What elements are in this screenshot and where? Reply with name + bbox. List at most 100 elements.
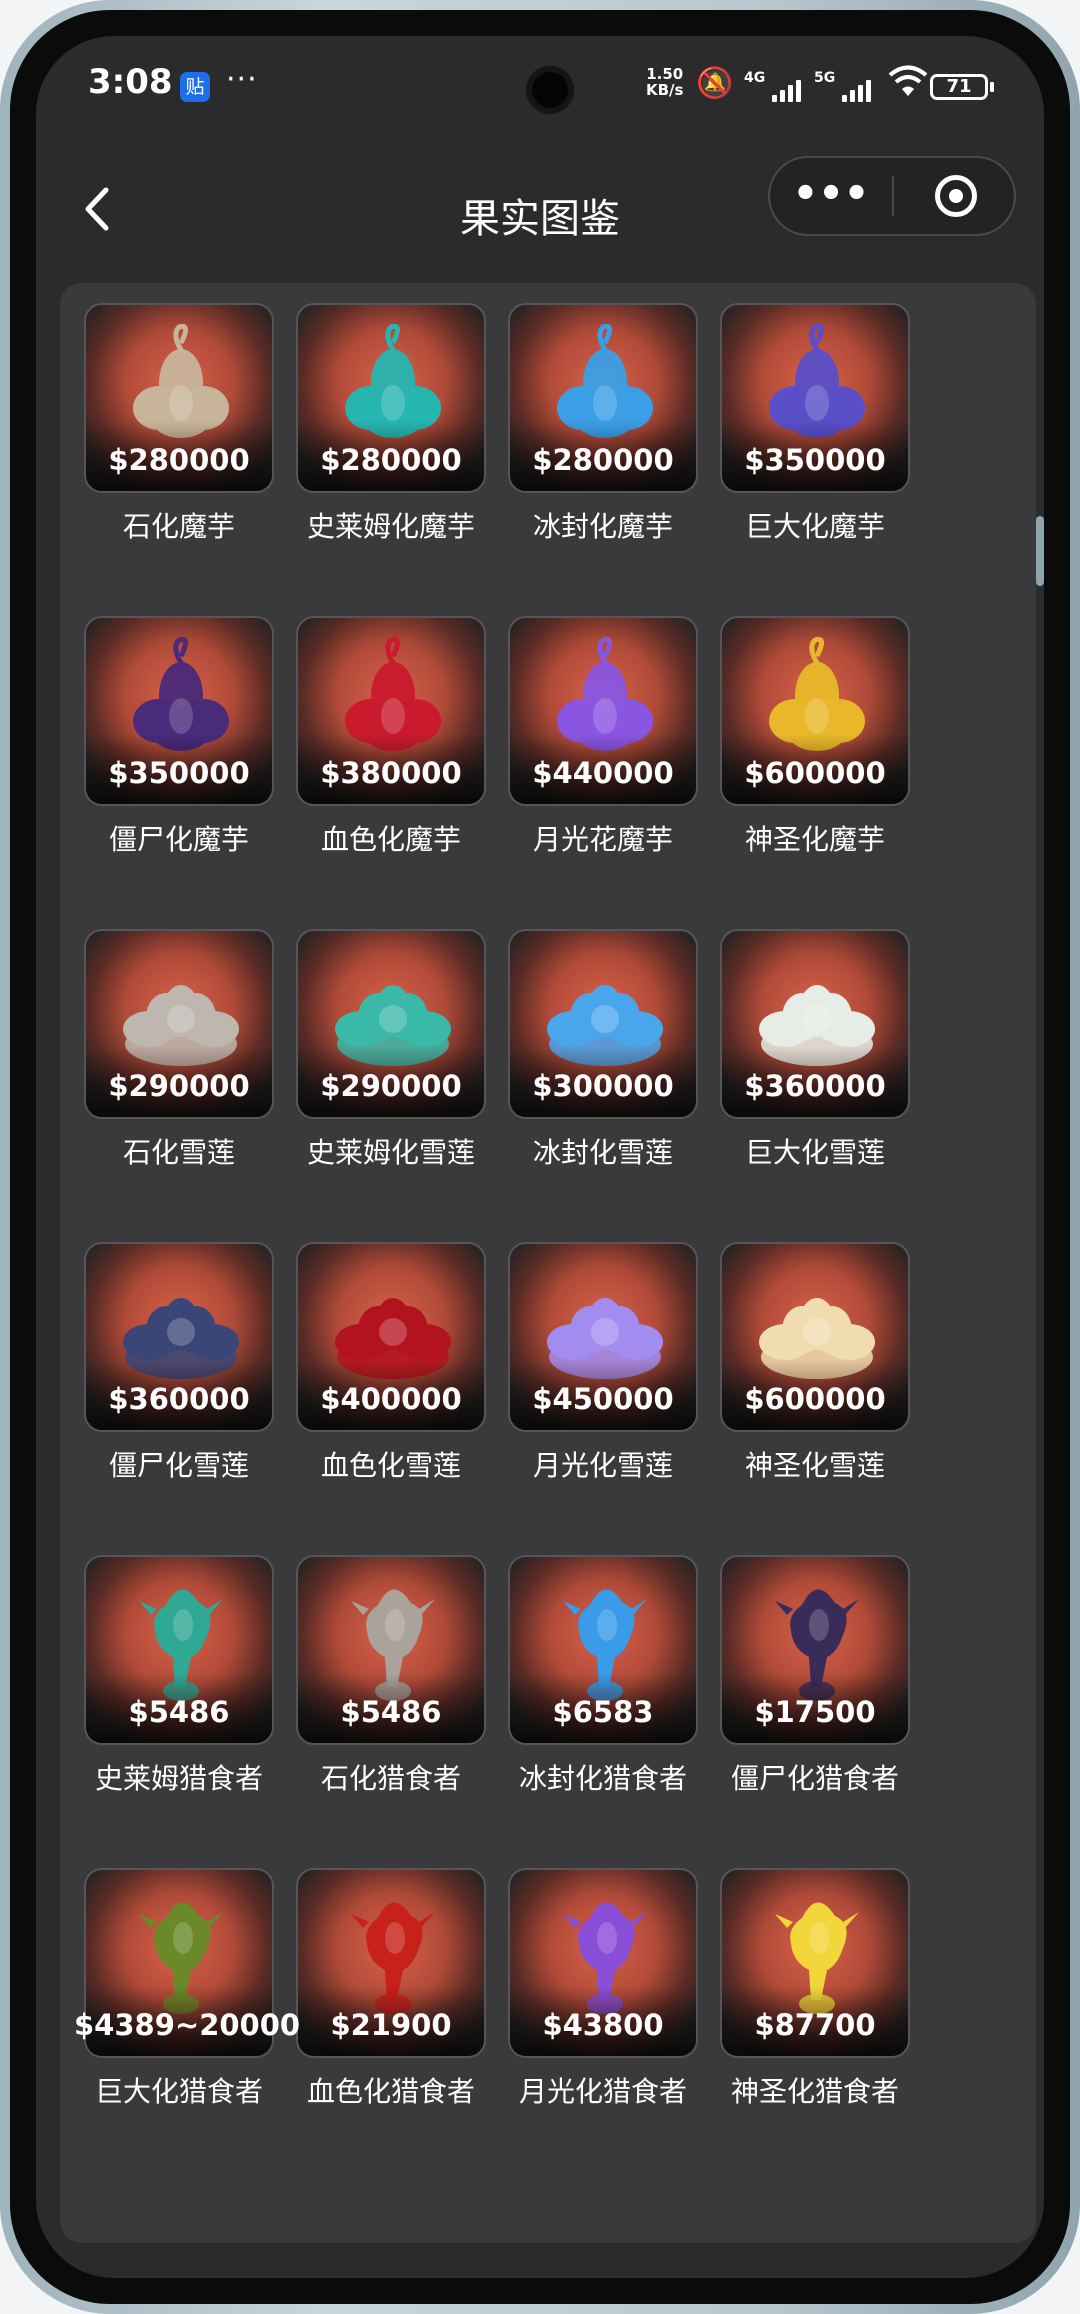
konjac-fruit-icon — [769, 636, 865, 751]
screen: 3:08 贴 ··· 1.50 KB/s 🔕 4G 5G 71 果实图鉴 •••… — [36, 36, 1044, 2278]
fruit-card[interactable]: $5486 石化猎食者 — [296, 1555, 486, 1815]
hunter-fruit-icon — [775, 1589, 859, 1701]
lotus-fruit-icon — [123, 1298, 239, 1379]
fruit-card[interactable]: $400000 血色化雪莲 — [296, 1242, 486, 1502]
fruit-price: $87700 — [754, 2008, 876, 2042]
fruit-name: 史莱姆猎食者 — [94, 1762, 263, 1795]
net-speed-unit: KB/s — [646, 81, 684, 99]
hunter-fruit-icon — [563, 1902, 647, 2014]
fruit-name: 月光化猎食者 — [518, 2075, 687, 2108]
fruit-price: $280000 — [108, 443, 250, 477]
net-speed: 1.50 KB/s — [646, 66, 683, 98]
lotus-fruit-icon — [759, 1298, 875, 1379]
fruit-card[interactable]: $290000 石化雪莲 — [84, 929, 274, 1189]
konjac-fruit-icon — [133, 323, 229, 438]
target-icon-dot — [949, 189, 963, 203]
fruit-card[interactable]: $21900 血色化猎食者 — [296, 1868, 486, 2128]
fruit-name: 巨大化猎食者 — [94, 2075, 263, 2108]
fruit-card[interactable]: $450000 月光化雪莲 — [508, 1242, 698, 1502]
fruit-card[interactable]: $280000 史莱姆化魔芋 — [296, 303, 486, 563]
fruit-card[interactable]: $380000 血色化魔芋 — [296, 616, 486, 876]
fruit-price: $280000 — [532, 443, 674, 477]
lotus-fruit-icon — [335, 1298, 451, 1379]
fruit-price: $300000 — [532, 1069, 674, 1103]
fruit-name: 巨大化雪莲 — [744, 1136, 885, 1169]
phone-bezel: 3:08 贴 ··· 1.50 KB/s 🔕 4G 5G 71 果实图鉴 •••… — [10, 10, 1070, 2304]
fruit-name: 僵尸化雪莲 — [108, 1449, 249, 1482]
fruit-price: $380000 — [320, 756, 462, 790]
fruit-name: 石化魔芋 — [122, 510, 235, 543]
fruit-card[interactable]: $350000 僵尸化魔芋 — [84, 616, 274, 876]
konjac-fruit-icon — [769, 323, 865, 438]
fruit-name: 巨大化魔芋 — [744, 510, 885, 543]
fruit-name: 石化雪莲 — [122, 1136, 235, 1169]
fruit-name: 月光化雪莲 — [532, 1449, 673, 1482]
front-camera — [526, 66, 574, 114]
fruit-card[interactable]: $87700 神圣化猎食者 — [720, 1868, 910, 2128]
fruit-price: $350000 — [744, 443, 886, 477]
lotus-fruit-icon — [547, 985, 663, 1066]
fruit-price: $5486 — [340, 1695, 442, 1729]
hunter-fruit-icon — [775, 1902, 859, 2014]
fruit-name: 神圣化雪莲 — [744, 1449, 885, 1482]
mini-program-capsule: ••• — [768, 156, 1016, 236]
notification-more: ··· — [226, 62, 258, 97]
battery-cap — [990, 82, 994, 92]
fruit-card[interactable]: $280000 石化魔芋 — [84, 303, 274, 563]
signal-label-2: 5G — [814, 70, 836, 86]
fruit-price: $400000 — [320, 1382, 462, 1416]
fruit-name: 石化猎食者 — [320, 1762, 461, 1795]
lotus-fruit-icon — [547, 1298, 663, 1379]
fruit-card[interactable]: $600000 神圣化雪莲 — [720, 1242, 910, 1502]
fruit-price: $360000 — [744, 1069, 886, 1103]
fruit-name: 冰封化猎食者 — [518, 1762, 687, 1795]
app-badge-icon: 贴 — [180, 72, 210, 102]
fruit-name: 冰封化雪莲 — [532, 1136, 673, 1169]
fruit-card[interactable]: $440000 月光花魔芋 — [508, 616, 698, 876]
fruit-name: 月光花魔芋 — [532, 823, 673, 856]
fruit-card[interactable]: $300000 冰封化雪莲 — [508, 929, 698, 1189]
close-mini-program-button[interactable] — [894, 158, 1014, 234]
fruit-price: $4389~20000 — [74, 2008, 301, 2042]
fruit-name: 神圣化魔芋 — [744, 823, 885, 856]
volume-up-button — [1036, 516, 1044, 586]
fruit-card[interactable]: $5486 史莱姆猎食者 — [84, 1555, 274, 1815]
hunter-fruit-icon — [563, 1589, 647, 1701]
fruit-card[interactable]: $290000 史莱姆化雪莲 — [296, 929, 486, 1189]
fruit-card[interactable]: $43800 月光化猎食者 — [508, 1868, 698, 2128]
fruit-card[interactable]: $600000 神圣化魔芋 — [720, 616, 910, 876]
fruit-price: $290000 — [320, 1069, 462, 1103]
fruit-price: $600000 — [744, 756, 886, 790]
konjac-fruit-icon — [133, 636, 229, 751]
more-button[interactable]: ••• — [770, 158, 892, 234]
net-speed-value: 1.50 — [646, 65, 684, 83]
fruit-name: 血色化雪莲 — [320, 1449, 461, 1482]
konjac-fruit-icon — [557, 323, 653, 438]
fruit-card[interactable]: $360000 巨大化雪莲 — [720, 929, 910, 1189]
lotus-fruit-icon — [123, 985, 239, 1066]
fruit-card[interactable]: $360000 僵尸化雪莲 — [84, 1242, 274, 1502]
mute-bell-icon: 🔕 — [696, 66, 734, 101]
fruit-price: $290000 — [108, 1069, 250, 1103]
fruit-price: $5486 — [128, 1695, 230, 1729]
fruit-price: $21900 — [330, 2008, 452, 2042]
fruit-price: $17500 — [754, 1695, 876, 1729]
konjac-fruit-icon — [557, 636, 653, 751]
battery-icon: 71 — [930, 74, 988, 100]
fruit-card[interactable]: $4389~20000 巨大化猎食者 — [74, 1868, 300, 2128]
fruit-name: 史莱姆化魔芋 — [306, 510, 475, 543]
fruit-name: 冰封化魔芋 — [532, 510, 673, 543]
fruit-card[interactable]: $280000 冰封化魔芋 — [508, 303, 698, 563]
hunter-fruit-icon — [351, 1902, 435, 2014]
fruit-price: $280000 — [320, 443, 462, 477]
fruit-catalog-panel: $280000 石化魔芋 $280000 史莱姆化魔芋 $280000 冰封化魔芋 $… — [60, 283, 1036, 2243]
fruit-card[interactable]: $17500 僵尸化猎食者 — [720, 1555, 910, 1815]
fruit-name: 血色化魔芋 — [320, 823, 461, 856]
konjac-fruit-icon — [345, 323, 441, 438]
fruit-name: 僵尸化魔芋 — [108, 823, 249, 856]
fruit-card[interactable]: $350000 巨大化魔芋 — [720, 303, 910, 563]
fruit-card[interactable]: $6583 冰封化猎食者 — [508, 1555, 698, 1815]
hunter-fruit-icon — [139, 1902, 223, 2014]
hunter-fruit-icon — [139, 1589, 223, 1701]
fruit-name: 僵尸化猎食者 — [730, 1762, 899, 1795]
